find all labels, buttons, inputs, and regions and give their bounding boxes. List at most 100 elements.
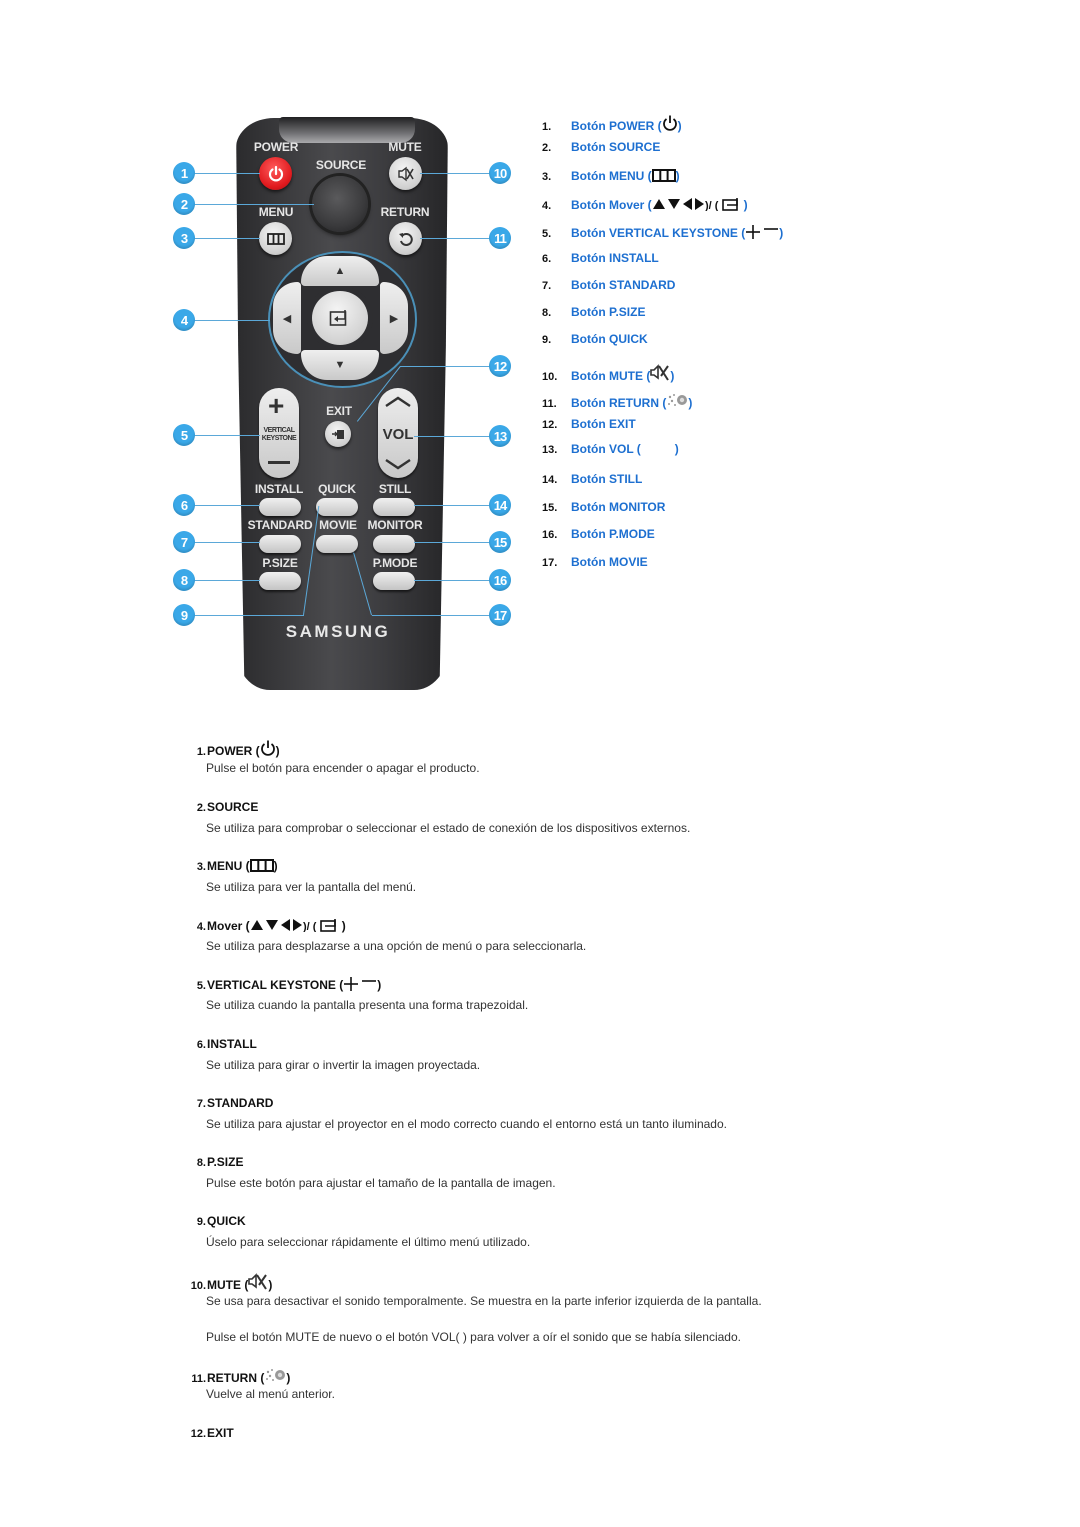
key-list-item[interactable]: 8. Botón P.SIZE <box>542 305 645 319</box>
key-list-item[interactable]: 7. Botón STANDARD <box>542 278 675 292</box>
key-list-item[interactable]: 14. Botón STILL <box>542 472 642 486</box>
leader-line-13 <box>414 436 490 437</box>
remote-control-illustration: POWER SOURCE MUTE MENU RETURN ▲ ▼ ◀ ▶ + … <box>0 0 530 700</box>
movie-button[interactable] <box>316 535 358 553</box>
svg-text:)/ (: )/ ( <box>303 921 317 932</box>
description-text: Pulse el botón para encender o apagar el… <box>206 761 480 775</box>
description-heading: 1. POWER () <box>184 740 280 760</box>
description-text: Se utiliza para ajustar el proyector en … <box>206 1117 727 1131</box>
description-number: 10. <box>190 1280 206 1292</box>
callout-13: 13 <box>489 425 511 447</box>
callout-14: 14 <box>489 494 511 516</box>
key-list-link[interactable]: Botón MOVIE <box>571 555 648 569</box>
key-list-link[interactable]: Botón SOURCE <box>571 140 660 154</box>
key-list-item[interactable]: 5. Botón VERTICAL KEYSTONE () <box>542 225 783 242</box>
key-list-number: 5. <box>542 228 552 240</box>
key-list-item[interactable]: 17. Botón MOVIE <box>542 555 648 569</box>
key-list-item[interactable]: 4. Botón Mover ()/ () <box>542 197 748 214</box>
key-list-item[interactable]: 11. Botón RETURN () <box>542 391 692 412</box>
key-list-link[interactable]: Botón MUTE () <box>571 364 674 385</box>
right-arrow-icon: ▶ <box>389 312 399 325</box>
key-list-item[interactable]: 9. Botón QUICK <box>542 332 648 346</box>
description-heading: 12. EXIT <box>184 1426 234 1440</box>
key-list-item[interactable]: 6. Botón INSTALL <box>542 251 659 265</box>
key-list-link[interactable]: Botón P.MODE <box>571 527 655 541</box>
up-button[interactable]: ▲ <box>301 256 379 286</box>
description-text: Se utiliza para desplazarse a una opción… <box>206 939 587 953</box>
key-list-item[interactable]: 10. Botón MUTE () <box>542 364 674 385</box>
mute-button[interactable] <box>389 157 422 190</box>
left-button[interactable]: ◀ <box>273 282 301 354</box>
description-number: 5. <box>196 980 206 992</box>
right-button[interactable]: ▶ <box>380 282 408 354</box>
key-list-item[interactable]: 3. Botón MENU () <box>542 169 680 185</box>
key-list-link[interactable]: Botón POWER () <box>571 115 682 135</box>
menu-icon <box>249 859 274 875</box>
key-list-link[interactable]: Botón INSTALL <box>571 251 659 265</box>
leader-line-16 <box>414 580 490 581</box>
down-button[interactable]: ▼ <box>301 350 379 380</box>
source-button[interactable] <box>312 176 368 232</box>
key-list-link[interactable]: Botón VERTICAL KEYSTONE () <box>571 225 783 242</box>
monitor-label: MONITOR <box>367 518 423 532</box>
key-list-item[interactable]: 12. Botón EXIT <box>542 417 636 431</box>
still-button[interactable] <box>373 498 415 516</box>
power-label: POWER <box>253 140 299 154</box>
key-list-link[interactable]: Botón STANDARD <box>571 278 675 292</box>
key-list-link[interactable]: Botón RETURN () <box>571 391 692 412</box>
movie-label: MOVIE <box>319 518 357 532</box>
standard-button[interactable] <box>259 535 301 553</box>
description-title: STANDARD <box>207 1096 274 1110</box>
key-list-number: 17. <box>542 557 558 569</box>
key-list-item[interactable]: 1. Botón POWER () <box>542 115 682 135</box>
description-heading: 10. MUTE () <box>184 1273 272 1294</box>
menu-button[interactable] <box>259 222 292 255</box>
key-list-number: 12. <box>542 419 558 431</box>
quick-button[interactable] <box>316 498 358 516</box>
menu-label: MENU <box>258 205 294 219</box>
key-list-number: 11. <box>542 398 557 410</box>
key-list-link[interactable]: Botón QUICK <box>571 332 648 346</box>
key-list-item[interactable]: 16. Botón P.MODE <box>542 527 655 541</box>
return-button[interactable] <box>389 222 422 255</box>
power-button[interactable] <box>259 157 292 190</box>
description-number: 4. <box>196 921 206 933</box>
key-list-item[interactable]: 15. Botón MONITOR <box>542 500 665 514</box>
description-heading: 5. VERTICAL KEYSTONE () <box>184 977 381 994</box>
enter-icon <box>329 310 347 326</box>
key-list-item[interactable]: 2. Botón SOURCE <box>542 140 660 154</box>
key-list-link[interactable]: Botón Mover ()/ () <box>571 197 748 214</box>
key-list-item[interactable]: 13. Botón VOL () <box>542 442 679 458</box>
psize-button[interactable] <box>259 572 301 590</box>
mute-icon <box>397 166 414 181</box>
exit-button[interactable] <box>325 421 351 447</box>
key-list-number: 3. <box>542 171 552 183</box>
key-list-link[interactable]: Botón STILL <box>571 472 642 486</box>
key-list-link[interactable]: Botón VOL () <box>571 442 679 458</box>
callout-11: 11 <box>489 227 511 249</box>
description-number: 6. <box>196 1039 206 1051</box>
key-list-link[interactable]: Botón P.SIZE <box>571 305 645 319</box>
enter-button[interactable] <box>312 291 368 345</box>
pmode-button[interactable] <box>373 572 415 590</box>
description-heading: 2. SOURCE <box>184 800 259 814</box>
psize-label: P.SIZE <box>262 556 298 570</box>
leader-line-9 <box>194 615 304 616</box>
install-button[interactable] <box>259 498 301 516</box>
description-number: 3. <box>196 861 206 873</box>
return-icon <box>398 232 413 246</box>
description-text: Se utiliza para comprobar o seleccionar … <box>206 821 691 835</box>
key-list-link[interactable]: Botón MENU () <box>571 169 680 185</box>
exit-icon <box>332 430 344 439</box>
key-list-number: 7. <box>542 280 552 292</box>
keystone-minus-icon <box>268 461 290 464</box>
key-list-link[interactable]: Botón EXIT <box>571 417 636 431</box>
key-list-number: 8. <box>542 307 552 319</box>
menu-icon <box>651 169 676 185</box>
monitor-button[interactable] <box>373 535 415 553</box>
callout-15: 15 <box>489 531 511 553</box>
key-list-link[interactable]: Botón MONITOR <box>571 500 665 514</box>
keystone-label-line1: VERTICAL <box>263 427 295 434</box>
description-title: SOURCE <box>207 800 259 814</box>
description-title: INSTALL <box>207 1037 257 1051</box>
